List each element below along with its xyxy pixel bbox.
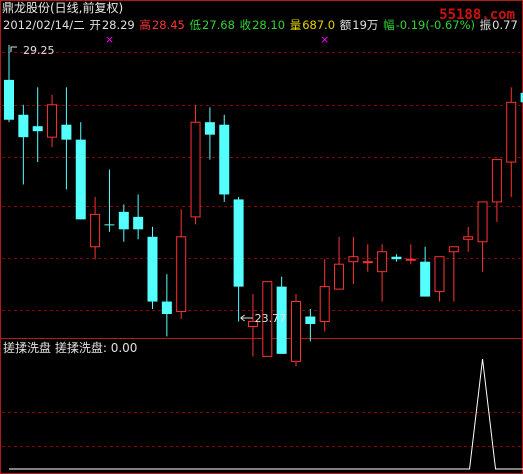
candle-body-up — [506, 101, 517, 163]
candle-body-down — [18, 114, 29, 138]
candle-body-down — [161, 301, 172, 315]
chart-frame — [0, 0, 523, 474]
high-marker-label: 29.25 — [23, 44, 55, 57]
volume-label: 量 — [289, 18, 302, 32]
candle-body-down — [133, 216, 144, 230]
candle-body-up — [348, 256, 359, 263]
close-label: 收 — [239, 18, 252, 32]
volume-value: 687.0 — [302, 18, 336, 32]
candle-body-down — [61, 124, 72, 140]
candle-body-up — [319, 286, 330, 322]
candle-body-up — [434, 256, 445, 293]
candle-body-up — [176, 236, 187, 313]
candle-body-up — [90, 213, 101, 248]
candle-body-up — [362, 261, 373, 264]
candle-body-up — [477, 201, 488, 243]
candle-body-down — [4, 79, 14, 120]
high-value: 28.45 — [151, 18, 185, 32]
amount-label: 额 — [339, 18, 352, 32]
amplitude-value: 0.77 — [492, 18, 518, 32]
candle-body-down — [75, 139, 86, 220]
stock-chart: × × 29.25 23.77 — [0, 0, 523, 474]
indicator-info-bar: 搓揉洗盘 搓揉洗盘: 0.00 — [3, 341, 137, 355]
candle-body-down — [391, 256, 402, 260]
low-label: 低 — [189, 18, 202, 32]
candle-body-up — [463, 236, 474, 240]
low-value: 27.68 — [202, 18, 235, 32]
candle-body-down — [219, 124, 230, 195]
open-value: 28.29 — [101, 18, 135, 32]
stock-name: 鼎龙股份(日线,前复权) — [2, 1, 124, 15]
change-value: -0.19(-0.67%) — [395, 18, 476, 32]
candle-body-up — [405, 258, 416, 261]
candle-body-down — [305, 316, 316, 324]
signal-marker: × — [320, 33, 329, 46]
amplitude-label: 振 — [479, 18, 492, 32]
signal-marker: × — [105, 33, 114, 46]
low-marker-label: 23.77 — [255, 312, 287, 325]
candle-body-up — [491, 159, 502, 203]
candle-body-down — [420, 261, 431, 297]
date-label: 2012/02/14/二 — [3, 18, 85, 32]
low-marker-arrow — [240, 314, 253, 322]
high-marker-arrow — [10, 46, 17, 52]
chart-title: 鼎龙股份(日线,前复权) — [2, 1, 123, 15]
candle-body-up — [334, 263, 345, 290]
candle-body-up — [377, 251, 388, 273]
amount-value: 19万 — [352, 18, 379, 32]
candle-body-up — [190, 121, 201, 218]
candle-body-up — [291, 301, 301, 362]
close-value: 28.10 — [252, 18, 286, 32]
change-label: 幅 — [383, 18, 395, 32]
candle-body-up — [47, 104, 58, 138]
candle-body-down — [204, 122, 215, 135]
candle-body-down — [147, 236, 158, 302]
high-label: 高 — [139, 18, 151, 32]
candle-body-down — [118, 211, 129, 230]
candle-body-up — [448, 246, 459, 253]
candle-body-down — [32, 126, 43, 132]
ohlc-info-bar: 2012/02/14/二 开28.29 高28.45 低27.68 收28.10… — [3, 18, 519, 32]
indicator-line — [9, 358, 523, 470]
candle-body-down — [104, 224, 115, 226]
indicator-name: 搓揉洗盘 — [3, 341, 52, 355]
candle-body-down — [233, 199, 244, 287]
indicator-value: 搓揉洗盘: 0.00 — [54, 341, 138, 355]
open-label: 开 — [89, 18, 101, 32]
